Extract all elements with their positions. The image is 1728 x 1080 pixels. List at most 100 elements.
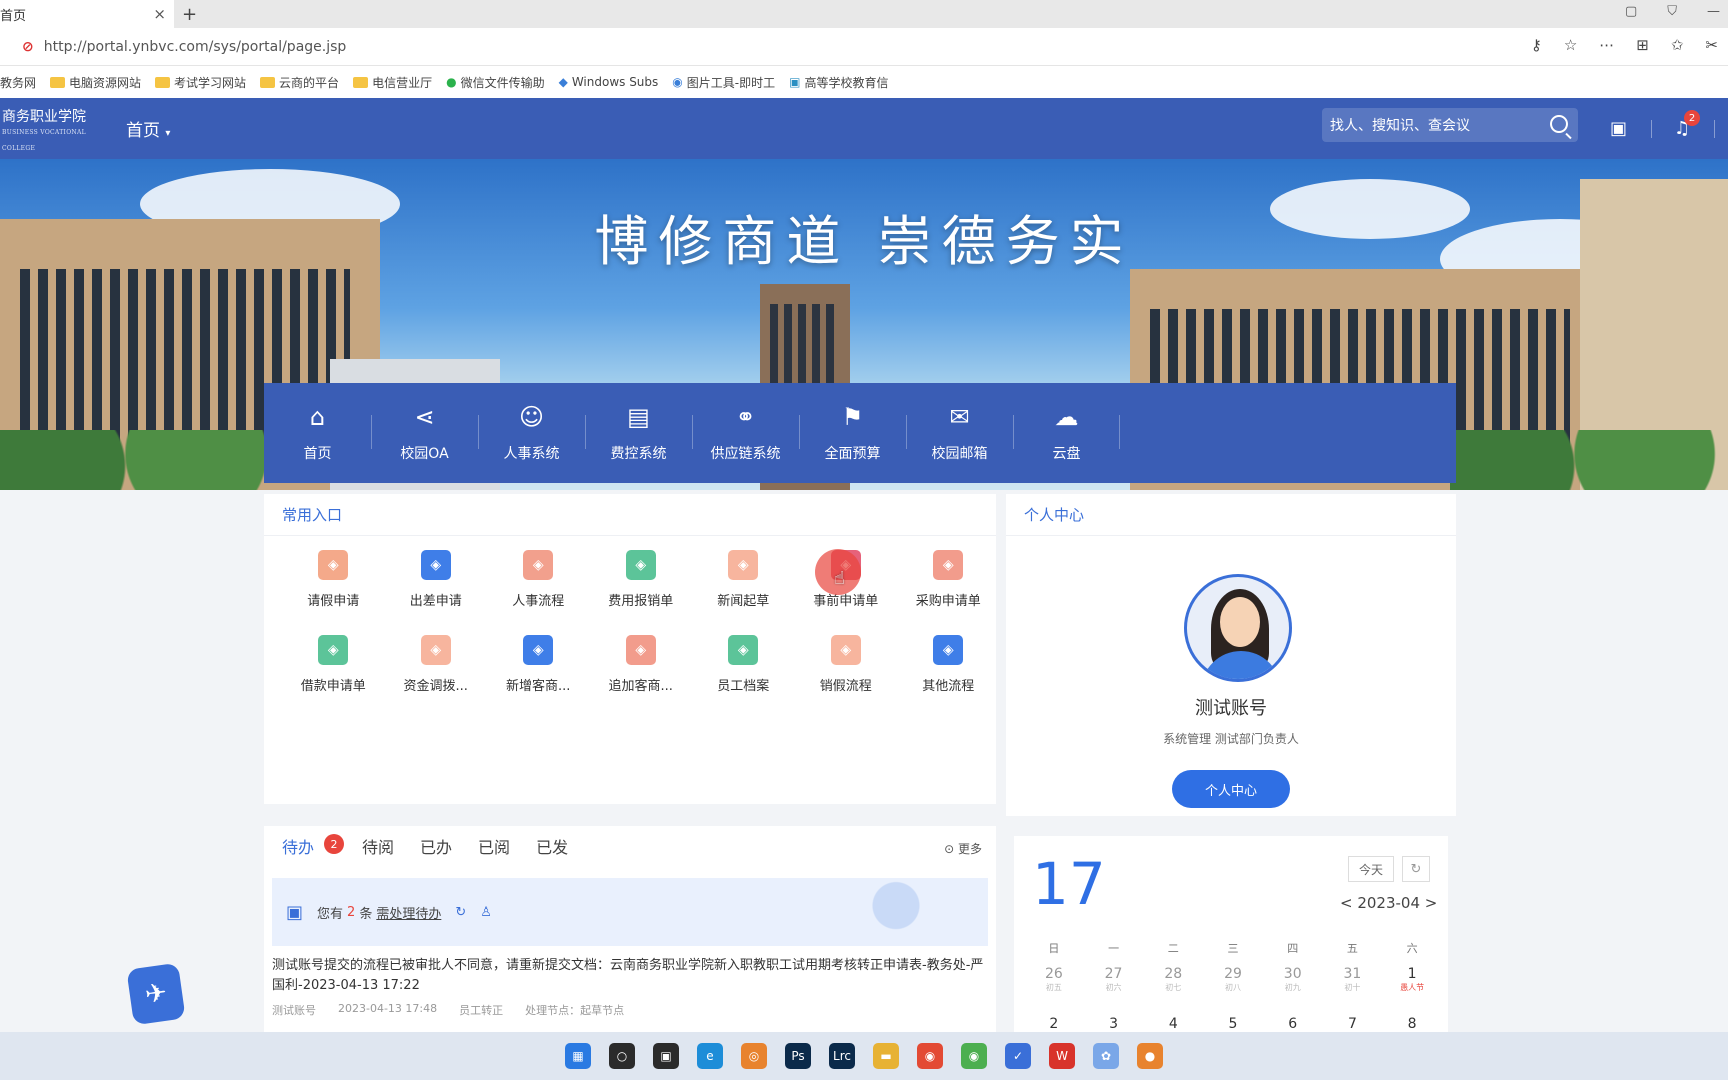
apps-grid-icon[interactable]: ⊞ [1636, 36, 1649, 54]
tab-done[interactable]: 已办 [420, 834, 452, 858]
bookmark-item[interactable]: 电信营业厅 [353, 74, 432, 91]
game-app-icon[interactable]: ● [1137, 1043, 1163, 1069]
refresh-icon[interactable]: ↻ [455, 905, 466, 920]
notice-text: 条 [359, 906, 373, 922]
tab-count-icon[interactable]: ▢ [1625, 4, 1637, 19]
network-app-icon[interactable]: ✿ [1093, 1043, 1119, 1069]
floating-assistant-icon[interactable]: ✈ [126, 962, 186, 1026]
user-icon: ☺ [518, 403, 545, 431]
photoshop-icon[interactable]: Ps [785, 1043, 811, 1069]
form-icon: ◈ [523, 550, 554, 580]
calendar-day[interactable]: 1 愚人节 [1382, 966, 1442, 993]
bookmark-item[interactable]: ◉ 图片工具-即时工 [672, 74, 775, 91]
today-button[interactable]: 今天 [1348, 856, 1394, 882]
quick-entry-item[interactable]: ◈ 借款申请单 [282, 635, 385, 694]
app-home[interactable]: ⌂ 首页 [264, 383, 371, 483]
chrome-icon[interactable]: ◉ [917, 1043, 943, 1069]
app-campus-mail[interactable]: ✉ 校园邮箱 [906, 383, 1013, 483]
quick-entry-item[interactable]: ◈ 请假申请 [282, 550, 385, 609]
minimize-icon[interactable]: — [1707, 4, 1720, 19]
browser-tab[interactable]: 首页 × [0, 0, 174, 28]
close-tab-icon[interactable]: × [153, 5, 166, 23]
search-input[interactable]: 找人、搜知识、查会议 [1322, 108, 1578, 142]
college-logo[interactable]: 商务职业学院 BUSINESS VOCATIONAL COLLEGE [0, 109, 108, 152]
app-budget[interactable]: ⚑ 全面预算 [799, 383, 906, 483]
quick-entry-item[interactable]: ◈ 追加客商... [590, 635, 693, 694]
quick-entry-item[interactable]: ◈ 其他流程 [897, 635, 1000, 694]
calendar-day[interactable]: 2 [1024, 1016, 1084, 1032]
quick-entry-item[interactable]: ◈ 采购申请单 [897, 550, 1000, 609]
calendar-day[interactable]: 8 [1382, 1016, 1442, 1032]
bookmark-item[interactable]: 电脑资源网站 [50, 74, 141, 91]
todo-item[interactable]: 测试账号提交的流程已被审批人不同意，请重新提交文档：云南商务职业学院新入职教职工… [272, 956, 988, 996]
lightroom-icon[interactable]: Lrc [829, 1043, 855, 1069]
weekday-label: 日 [1048, 942, 1060, 955]
personal-center-button[interactable]: 个人中心 [1172, 770, 1290, 808]
tools-icon[interactable]: ✂ [1705, 36, 1718, 54]
app-hr-system[interactable]: ☺ 人事系统 [478, 383, 585, 483]
calendar-day[interactable]: 3 [1084, 1016, 1144, 1032]
tab-read[interactable]: 已阅 [478, 834, 510, 858]
key-icon[interactable]: ⚷ [1531, 36, 1542, 54]
tab-sent[interactable]: 已发 [536, 834, 568, 858]
bookmark-item[interactable]: 教务网 [0, 74, 36, 91]
bookmark-item[interactable]: ● 微信文件传输助 [446, 74, 545, 91]
calendar-day[interactable]: 6 [1263, 1016, 1323, 1032]
star-icon[interactable]: ☆ [1564, 36, 1577, 54]
calendar-day[interactable]: 7 [1323, 1016, 1383, 1032]
tab-todo[interactable]: 待办 [282, 834, 314, 858]
favorites-icon[interactable]: ✩ [1671, 36, 1684, 54]
new-tab-icon[interactable]: + [182, 4, 197, 25]
desktop-icon[interactable]: ▣ [1610, 118, 1627, 139]
pending-link[interactable]: 需处理待办 [376, 903, 441, 922]
file-explorer-icon[interactable]: ▬ [873, 1043, 899, 1069]
quick-entry-item[interactable]: ◈ 人事流程 [487, 550, 590, 609]
quick-entry-item[interactable]: ◈ 销假流程 [795, 635, 898, 694]
quick-entry-item[interactable]: ◈ 费用报销单 [590, 550, 693, 609]
calendar-day[interactable]: 26 初五 [1024, 966, 1084, 993]
calendar-day[interactable]: 28 初七 [1143, 966, 1203, 993]
more-icon[interactable]: ⋯ [1599, 36, 1614, 54]
calendar-day[interactable]: 29 初八 [1203, 966, 1263, 993]
magnifier-icon[interactable]: ◎ [741, 1043, 767, 1069]
calendar-day[interactable]: 27 初六 [1084, 966, 1144, 993]
more-link[interactable]: ⊙ 更多 [944, 840, 982, 857]
app-label: 云盘 [1052, 446, 1081, 462]
quick-entry-label: 人事流程 [512, 594, 565, 609]
person-icon[interactable]: ♙ [480, 905, 492, 920]
quick-entry-item[interactable]: ◈ 出差申请 [385, 550, 488, 609]
wps-icon[interactable]: W [1049, 1043, 1075, 1069]
app-supply-chain[interactable]: ⚭ 供应链系统 [692, 383, 799, 483]
quick-entry-item[interactable]: ◈ 员工档案 [692, 635, 795, 694]
avatar[interactable] [1184, 574, 1292, 682]
home-menu-dropdown[interactable]: 首页 ▾ [126, 116, 170, 141]
task-view-icon[interactable]: ▣ [653, 1043, 679, 1069]
edge-icon[interactable]: e [697, 1043, 723, 1069]
search-icon[interactable] [1550, 115, 1568, 133]
calendar-day[interactable]: 5 [1203, 1016, 1263, 1032]
calendar-day[interactable]: 4 [1143, 1016, 1203, 1032]
windows-start-icon[interactable]: ▦ [565, 1043, 591, 1069]
app-expense-system[interactable]: ▤ 费控系统 [585, 383, 692, 483]
url-field[interactable]: ⊘ http://portal.ynbvc.com/sys/portal/pag… [22, 32, 1610, 62]
search-icon[interactable]: ○ [609, 1043, 635, 1069]
shirt-icon[interactable]: ⛉ [1667, 4, 1677, 19]
month-selector[interactable]: < 2023-04 > [1340, 894, 1437, 912]
bookmark-item[interactable]: ◆ Windows Subs [559, 75, 659, 89]
form-icon: ◈ [420, 635, 451, 665]
quick-entry-item[interactable]: ◈ 资金调拨... [385, 635, 488, 694]
bookmark-item[interactable]: 考试学习网站 [155, 74, 246, 91]
bookmark-item[interactable]: ▣ 高等学校教育信 [789, 74, 888, 91]
bird-app-icon[interactable]: ✓ [1005, 1043, 1031, 1069]
quick-entry-item[interactable]: ◈ 新闻起草 [692, 550, 795, 609]
refresh-button[interactable]: ↻ [1402, 856, 1430, 882]
chrome-alt-icon[interactable]: ◉ [961, 1043, 987, 1069]
bookmark-item[interactable]: 云商的平台 [260, 74, 339, 91]
app-cloud-disk[interactable]: ☁ 云盘 [1013, 383, 1120, 483]
calendar-day[interactable]: 30 初九 [1263, 966, 1323, 993]
weekday-label: 四 [1287, 942, 1299, 955]
tab-to-read[interactable]: 待阅 [362, 834, 394, 858]
app-campus-oa[interactable]: ⋖ 校园OA [371, 383, 478, 483]
calendar-day[interactable]: 31 初十 [1323, 966, 1383, 993]
quick-entry-item[interactable]: ◈ 新增客商... [487, 635, 590, 694]
